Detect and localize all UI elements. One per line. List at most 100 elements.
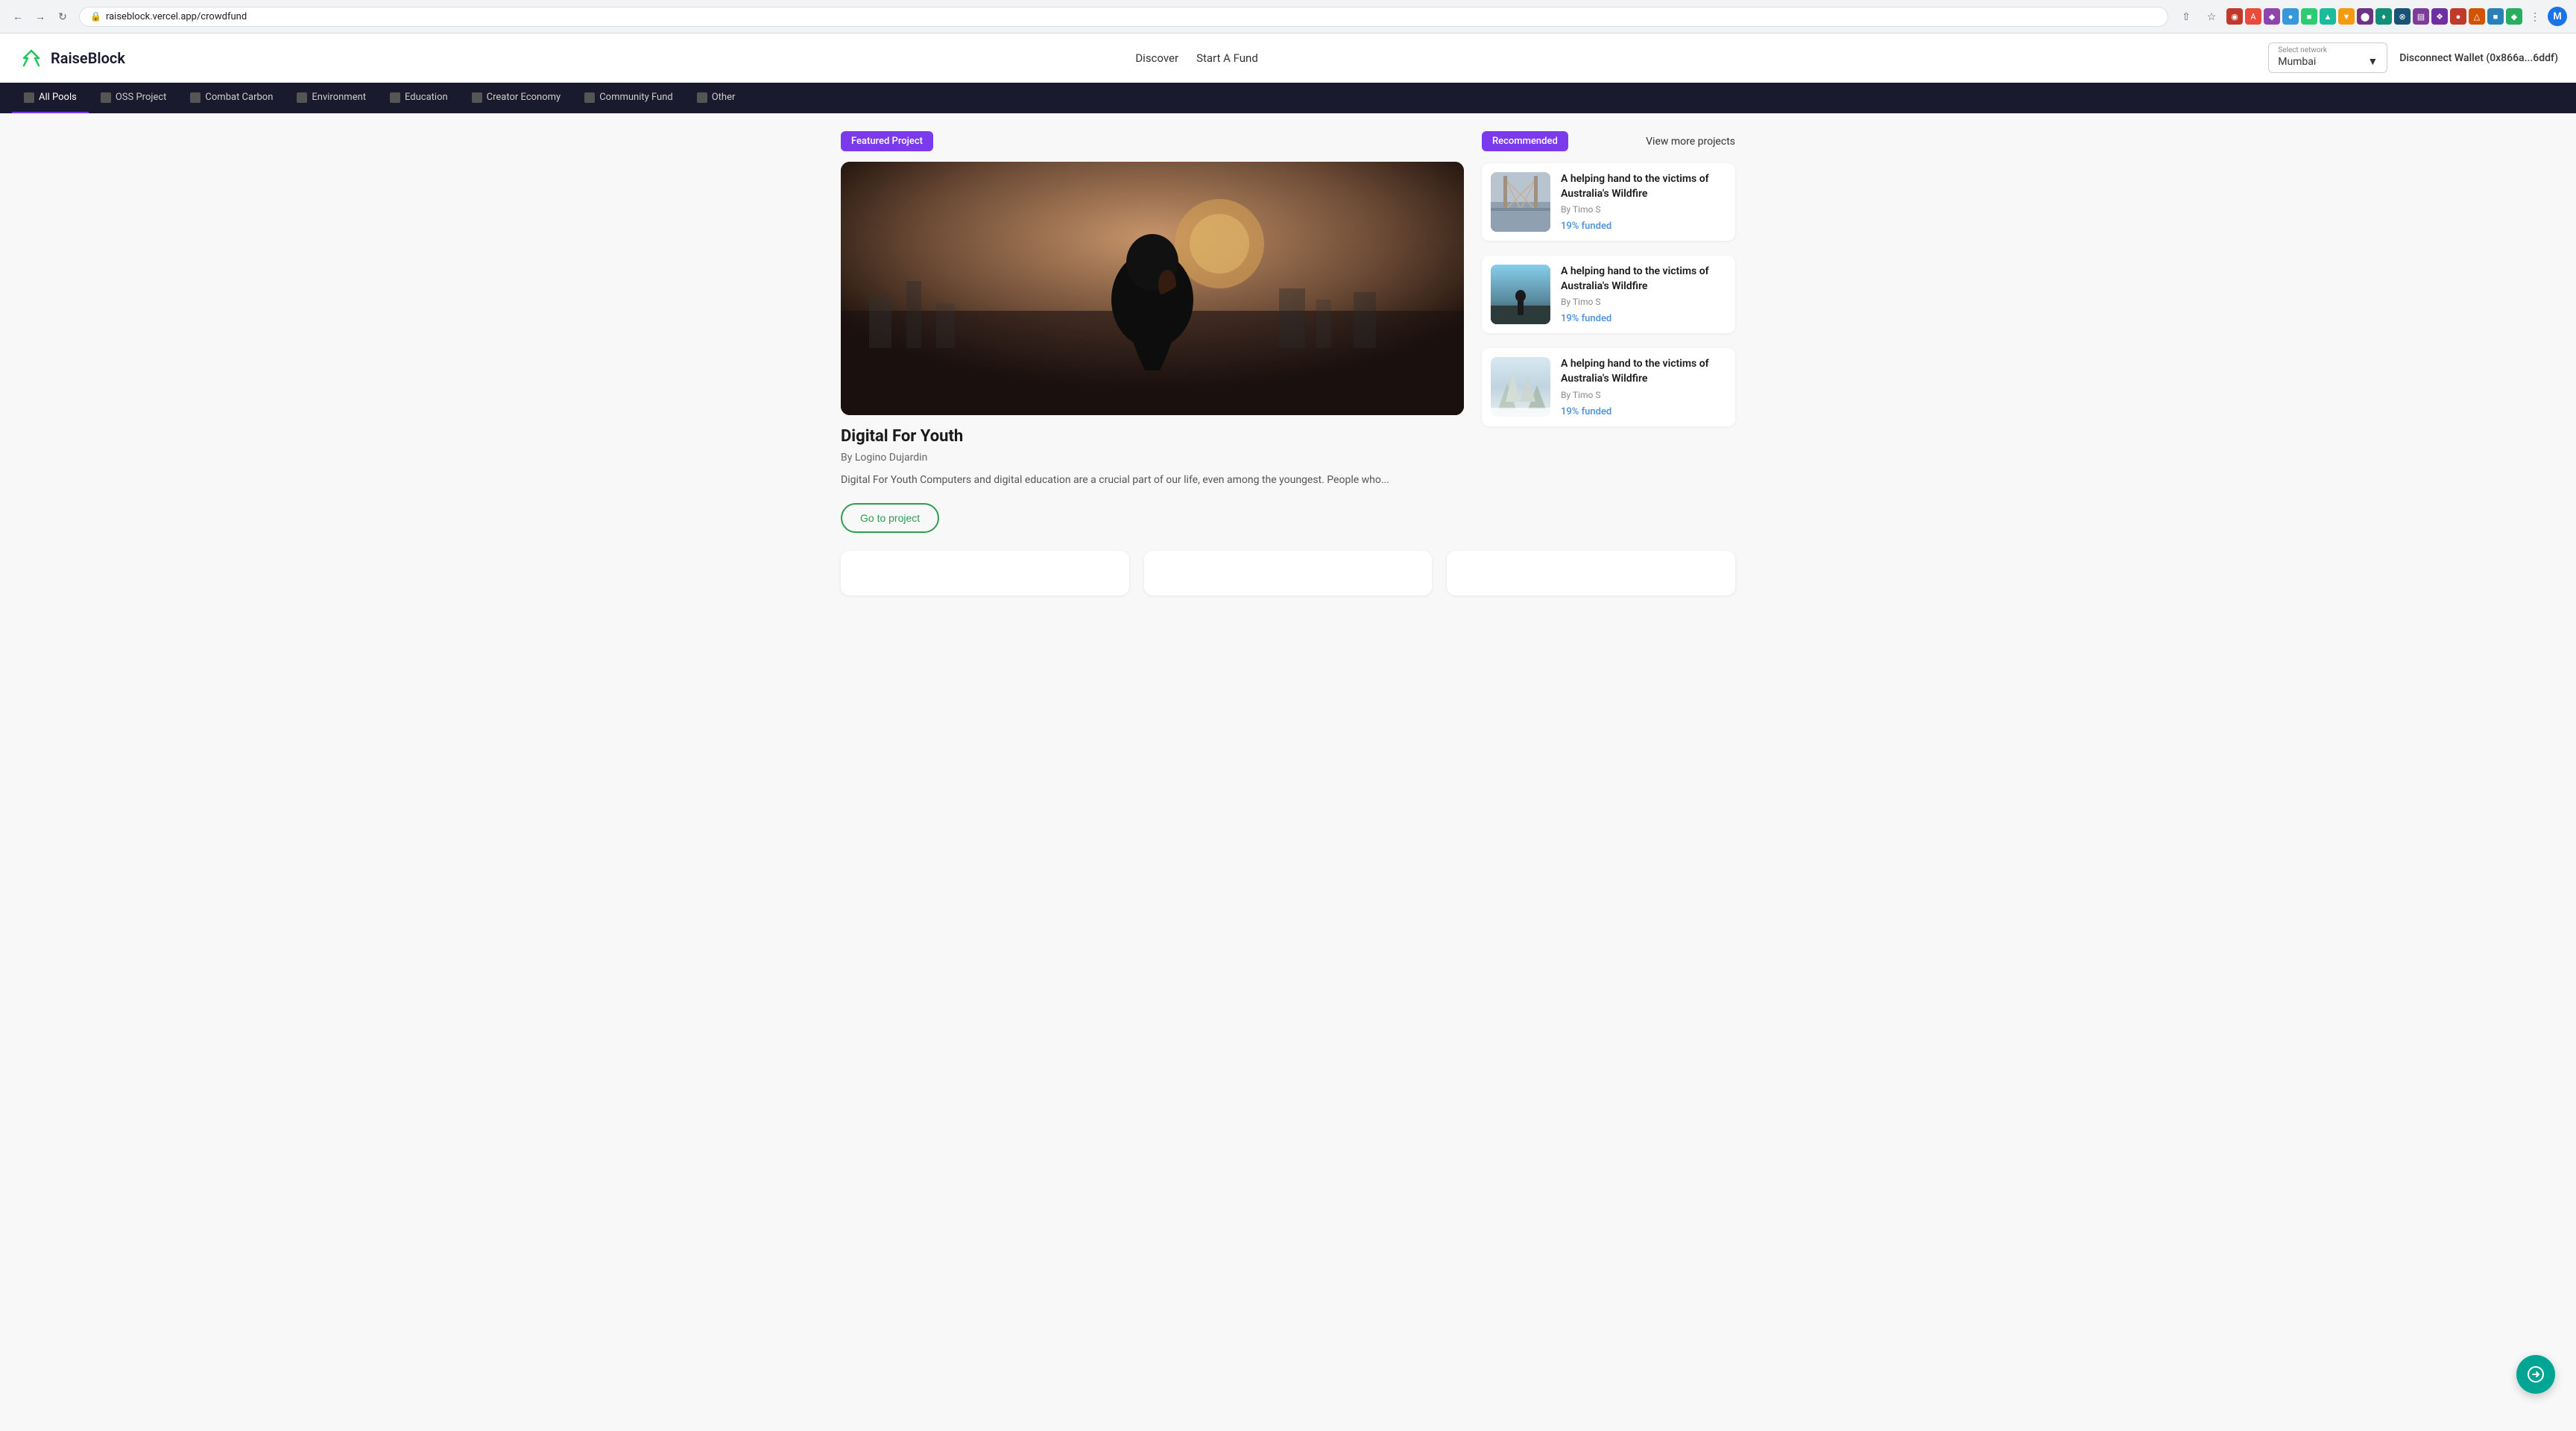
- ext-icon-11[interactable]: ▤: [2413, 8, 2429, 25]
- go-to-project-button[interactable]: Go to project: [841, 503, 939, 533]
- extension-icons: ◉ A ◆ ● ■ ▲ ▼ ⬤ ♦ ⊗ ▤ ❖ ● △ ■ ◆ ⋮ M: [2226, 6, 2567, 27]
- rec-info-3: A helping hand to the victims of Austral…: [1561, 357, 1726, 417]
- logo-svg: [18, 48, 45, 69]
- logo-text: RaiseBlock: [51, 49, 125, 67]
- address-bar[interactable]: 🔒 raiseblock.vercel.app/crowdfund: [79, 7, 2168, 27]
- bottom-card-3: [1447, 551, 1735, 596]
- rec-author-3: By Timo S: [1561, 390, 1726, 400]
- main-content: Featured Project: [0, 113, 2576, 1431]
- lock-icon: 🔒: [90, 11, 101, 22]
- reload-button[interactable]: ↻: [54, 7, 72, 25]
- category-item-oss-project[interactable]: OSS Project: [89, 83, 179, 113]
- rec-thumb-image-1: [1491, 172, 1550, 232]
- rec-thumb-image-3: [1491, 357, 1550, 417]
- recommended-item-2[interactable]: A helping hand to the victims of Austral…: [1482, 256, 1735, 333]
- recommended-badge: Recommended: [1482, 131, 1568, 151]
- network-select-label: Select network: [2278, 46, 2327, 54]
- category-label-oss-project: OSS Project: [116, 92, 167, 103]
- rec-funded-3: 19% funded: [1561, 406, 1726, 417]
- share-icon[interactable]: ⇧: [2176, 6, 2197, 27]
- oss-project-icon: [101, 92, 111, 103]
- bottom-card-1: [841, 551, 1129, 596]
- featured-badge: Featured Project: [841, 131, 933, 151]
- back-button[interactable]: ←: [9, 7, 27, 25]
- bottom-card-2: [1144, 551, 1433, 596]
- ext-icon-4[interactable]: ●: [2282, 8, 2299, 25]
- recommended-section: Recommended View more projects: [1482, 131, 1735, 533]
- ext-icon-5[interactable]: ■: [2301, 8, 2317, 25]
- rec-info-1: A helping hand to the victims of Austral…: [1561, 172, 1726, 232]
- content-grid: Featured Project: [841, 131, 1735, 533]
- header-nav: Discover Start A Fund: [1135, 51, 1257, 65]
- rec-info-2: A helping hand to the victims of Austral…: [1561, 265, 1726, 324]
- featured-description: Digital For Youth Computers and digital …: [841, 473, 1464, 488]
- featured-title: Digital For Youth: [841, 427, 1464, 446]
- rec-thumbnail-2: [1491, 265, 1550, 324]
- profile-icon[interactable]: M: [2548, 7, 2567, 26]
- ext-icon-13[interactable]: ●: [2450, 8, 2466, 25]
- rec-title-2: A helping hand to the victims of Austral…: [1561, 265, 1726, 294]
- network-value-text: Mumbai: [2278, 56, 2316, 68]
- header-right: Select network Mumbai ▼ Disconnect Walle…: [2268, 42, 2558, 73]
- ext-icon-10[interactable]: ⊗: [2394, 8, 2411, 25]
- rec-thumb-image-2: [1491, 265, 1550, 324]
- ext-icon-14[interactable]: △: [2469, 8, 2485, 25]
- disconnect-wallet-button[interactable]: Disconnect Wallet (0x866a...6ddf): [2399, 52, 2558, 64]
- category-item-community-fund[interactable]: Community Fund: [572, 83, 685, 113]
- category-item-environment[interactable]: Environment: [285, 83, 378, 113]
- featured-section: Featured Project: [841, 131, 1464, 533]
- logo-area: RaiseBlock: [18, 48, 125, 69]
- thumb-svg-1: [1491, 172, 1550, 232]
- browser-nav-buttons: ← → ↻: [9, 7, 72, 25]
- fab-icon: [2528, 1366, 2544, 1383]
- ext-icon-6[interactable]: ▲: [2320, 8, 2336, 25]
- all-pools-icon: [24, 92, 34, 103]
- bookmark-icon[interactable]: ☆: [2201, 6, 2222, 27]
- ext-icon-1[interactable]: ◉: [2226, 8, 2243, 25]
- recommended-item-3[interactable]: A helping hand to the victims of Austral…: [1482, 348, 1735, 426]
- bottom-cards: [841, 551, 1735, 596]
- education-icon: [390, 92, 400, 103]
- combat-carbon-icon: [190, 92, 201, 103]
- featured-image: [841, 162, 1464, 415]
- ext-icon-15[interactable]: ■: [2487, 8, 2504, 25]
- ext-icon-3[interactable]: ◆: [2264, 8, 2280, 25]
- rec-thumbnail-3: [1491, 357, 1550, 417]
- browser-icons: ⇧ ☆ ◉ A ◆ ● ■ ▲ ▼ ⬤ ♦ ⊗ ▤ ❖ ● △ ■ ◆ ⋮ M: [2176, 6, 2567, 27]
- ext-icon-8[interactable]: ⬤: [2357, 8, 2373, 25]
- category-item-all-pools[interactable]: All Pools: [12, 83, 89, 113]
- category-item-other[interactable]: Other: [685, 83, 748, 113]
- fab-button[interactable]: [2516, 1355, 2555, 1394]
- app-header: RaiseBlock Discover Start A Fund Select …: [0, 34, 2576, 83]
- browser-chrome: ← → ↻ 🔒 raiseblock.vercel.app/crowdfund …: [0, 0, 2576, 34]
- ext-icon-9[interactable]: ♦: [2375, 8, 2392, 25]
- network-select-wrapper[interactable]: Select network Mumbai ▼: [2268, 42, 2387, 73]
- category-label-other: Other: [712, 92, 736, 103]
- category-label-education: Education: [405, 92, 448, 103]
- category-label-environment: Environment: [312, 92, 366, 103]
- chevron-down-icon: ▼: [2367, 55, 2378, 68]
- extensions-button[interactable]: ⋮: [2525, 6, 2545, 27]
- category-item-education[interactable]: Education: [378, 83, 460, 113]
- category-label-creator-economy: Creator Economy: [487, 92, 561, 103]
- ext-icon-12[interactable]: ❖: [2431, 8, 2448, 25]
- rec-funded-1: 19% funded: [1561, 221, 1726, 232]
- recommended-header: Recommended View more projects: [1482, 131, 1735, 151]
- discover-link[interactable]: Discover: [1135, 51, 1178, 65]
- category-nav: All Pools OSS Project Combat Carbon Envi…: [0, 83, 2576, 113]
- recommended-item-1[interactable]: A helping hand to the victims of Austral…: [1482, 163, 1735, 241]
- ext-icon-7[interactable]: ▼: [2338, 8, 2355, 25]
- category-item-creator-economy[interactable]: Creator Economy: [460, 83, 573, 113]
- network-select-value: Mumbai ▼: [2278, 55, 2378, 68]
- rec-thumbnail-1: [1491, 172, 1550, 232]
- ext-icon-16[interactable]: ◆: [2506, 8, 2522, 25]
- url-text: raiseblock.vercel.app/crowdfund: [106, 11, 247, 22]
- featured-author: By Logino Dujardin: [841, 452, 1464, 464]
- forward-button[interactable]: →: [31, 7, 49, 25]
- category-item-combat-carbon[interactable]: Combat Carbon: [178, 83, 285, 113]
- start-fund-link[interactable]: Start A Fund: [1196, 51, 1258, 65]
- featured-image-svg: [841, 162, 1464, 415]
- ext-icon-2[interactable]: A: [2245, 8, 2261, 25]
- view-more-link[interactable]: View more projects: [1646, 136, 1735, 148]
- category-label-combat-carbon: Combat Carbon: [205, 92, 273, 103]
